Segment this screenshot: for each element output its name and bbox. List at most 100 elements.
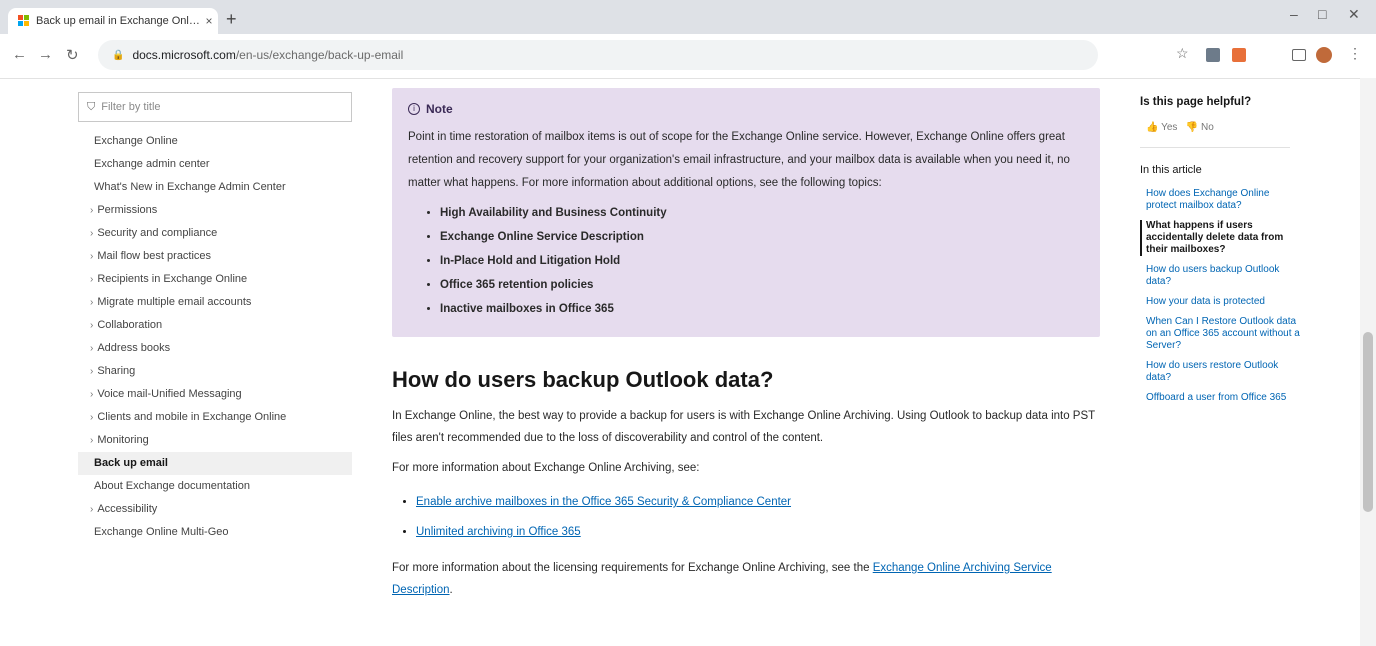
note-link-item[interactable]: In-Place Hold and Litigation Hold bbox=[440, 249, 1082, 273]
toc-item[interactable]: Exchange Online bbox=[78, 130, 352, 153]
toc-item-label: Exchange admin center bbox=[94, 158, 210, 170]
section-paragraph-1: In Exchange Online, the best way to prov… bbox=[392, 410, 1095, 444]
thumbs-down-icon[interactable]: 👎 bbox=[1186, 122, 1198, 133]
toc-item-label: Exchange Online Multi-Geo bbox=[94, 526, 229, 538]
browser-toolbar: ← → ↻ 🔒 docs.microsoft.com/en-us/exchang… bbox=[0, 34, 1376, 79]
browser-tab[interactable]: Back up email in Exchange Onli… × bbox=[8, 8, 218, 34]
article-outline-link[interactable]: How does Exchange Online protect mailbox… bbox=[1146, 188, 1300, 212]
toc-item[interactable]: › Sharing bbox=[78, 360, 352, 383]
chevron-right-icon: › bbox=[90, 205, 94, 216]
thumbs-up-icon[interactable]: 👍 bbox=[1146, 122, 1158, 133]
article-content: i Note Point in time restoration of mail… bbox=[392, 88, 1100, 609]
toc-item[interactable]: › Accessibility bbox=[78, 498, 352, 521]
toc-item[interactable]: › Security and compliance bbox=[78, 222, 352, 245]
cast-icon[interactable] bbox=[1292, 49, 1306, 61]
article-outline-link[interactable]: When Can I Restore Outlook data on an Of… bbox=[1146, 316, 1300, 352]
url-host: docs.microsoft.com bbox=[132, 48, 236, 62]
toc-item-label: Address books bbox=[97, 342, 171, 354]
menu-dots-icon[interactable]: ⋮ bbox=[1348, 45, 1362, 61]
toc-item[interactable]: › Collaboration bbox=[78, 314, 352, 337]
scrollbar-thumb[interactable] bbox=[1363, 332, 1373, 512]
chevron-right-icon: › bbox=[90, 274, 94, 285]
toc-item-label: Voice mail-Unified Messaging bbox=[97, 388, 242, 400]
chevron-right-icon: › bbox=[90, 435, 94, 446]
toc-item-label: Migrate multiple email accounts bbox=[97, 296, 252, 308]
article-outline-link[interactable]: How your data is protected bbox=[1146, 296, 1300, 308]
yes-button[interactable]: Yes bbox=[1161, 122, 1177, 133]
toc-item[interactable]: › Recipients in Exchange Online bbox=[78, 268, 352, 291]
feedback-buttons: 👍 Yes 👎 No bbox=[1146, 122, 1300, 133]
chevron-right-icon: › bbox=[90, 389, 94, 400]
info-icon: i bbox=[408, 103, 420, 115]
forward-button[interactable]: → bbox=[38, 46, 53, 63]
toc-item[interactable]: › Address books bbox=[78, 337, 352, 360]
article-outline-link[interactable]: How do users restore Outlook data? bbox=[1146, 360, 1300, 384]
lock-icon: 🔒 bbox=[112, 49, 125, 61]
list-item: Enable archive mailboxes in the Office 3… bbox=[416, 487, 1100, 517]
section-heading: How do users backup Outlook data? bbox=[392, 367, 774, 392]
toc-item[interactable]: About Exchange documentation bbox=[78, 475, 352, 498]
url-path: /en-us/exchange/back-up-email bbox=[235, 48, 404, 62]
table-of-contents: ⛉ Filter by title Exchange Online Exchang… bbox=[78, 92, 352, 544]
microsoft-logo-icon bbox=[18, 15, 30, 27]
archiving-doc-link[interactable]: Unlimited archiving in Office 365 bbox=[416, 526, 581, 538]
toc-item-label: Sharing bbox=[97, 365, 136, 377]
toc-item-label: Collaboration bbox=[97, 319, 163, 331]
close-window-button[interactable]: ✕ bbox=[1348, 6, 1360, 23]
back-button[interactable]: ← bbox=[12, 46, 27, 63]
address-bar[interactable]: 🔒 docs.microsoft.com/en-us/exchange/back… bbox=[98, 40, 1098, 70]
note-link-item[interactable]: Inactive mailboxes in Office 365 bbox=[440, 297, 1082, 321]
toc-item[interactable]: › Monitoring bbox=[78, 429, 352, 452]
note-link-item[interactable]: Office 365 retention policies bbox=[440, 273, 1082, 297]
note-heading: i Note bbox=[408, 102, 1082, 116]
helpful-heading: Is this page helpful? bbox=[1140, 96, 1252, 108]
note-list: High Availability and Business Continuit… bbox=[408, 201, 1082, 321]
office-extension-icon[interactable] bbox=[1232, 48, 1246, 62]
chevron-right-icon: › bbox=[90, 297, 94, 308]
note-heading-text: Note bbox=[426, 102, 453, 116]
toc-item[interactable]: › Voice mail-Unified Messaging bbox=[78, 383, 352, 406]
toc-item-label: What's New in Exchange Admin Center bbox=[94, 181, 286, 193]
new-tab-button[interactable]: + bbox=[226, 9, 237, 30]
toc-item[interactable]: › Permissions bbox=[78, 199, 352, 222]
toc-item[interactable]: › Clients and mobile in Exchange Online bbox=[78, 406, 352, 429]
article-outline-link[interactable]: What happens if users accidentally delet… bbox=[1140, 220, 1300, 256]
divider bbox=[1140, 147, 1290, 148]
toc-item[interactable]: Back up email bbox=[78, 452, 352, 475]
toc-item[interactable]: › Mail flow best practices bbox=[78, 245, 352, 268]
article-outline-link[interactable]: Offboard a user from Office 365 bbox=[1146, 392, 1300, 404]
toc-item-label: Clients and mobile in Exchange Online bbox=[97, 411, 287, 423]
toc-item-label: Security and compliance bbox=[97, 227, 218, 239]
archiving-doc-link[interactable]: Enable archive mailboxes in the Office 3… bbox=[416, 496, 791, 508]
right-rail: Is this page helpful? 👍 Yes 👎 No In this… bbox=[1140, 96, 1300, 412]
chevron-right-icon: › bbox=[90, 228, 94, 239]
toc-item[interactable]: Exchange admin center bbox=[78, 153, 352, 176]
maximize-button[interactable]: □ bbox=[1318, 6, 1326, 22]
reload-button[interactable]: ↻ bbox=[66, 46, 79, 64]
chevron-right-icon: › bbox=[90, 504, 94, 515]
in-this-article-heading: In this article bbox=[1140, 164, 1202, 176]
toc-item[interactable]: › Migrate multiple email accounts bbox=[78, 291, 352, 314]
note-link-item[interactable]: High Availability and Business Continuit… bbox=[440, 201, 1082, 225]
avatar[interactable] bbox=[1316, 47, 1332, 63]
extension-icon[interactable] bbox=[1206, 48, 1220, 62]
toc-item-label: About Exchange documentation bbox=[94, 480, 250, 492]
minimize-button[interactable]: – bbox=[1290, 6, 1298, 22]
toc-item-label: Accessibility bbox=[97, 503, 158, 515]
toc-item-label: Exchange Online bbox=[94, 135, 178, 147]
tab-close-icon[interactable]: × bbox=[200, 14, 218, 28]
toc-item[interactable]: Exchange Online Multi-Geo bbox=[78, 521, 352, 544]
note-link-item[interactable]: Exchange Online Service Description bbox=[440, 225, 1082, 249]
section-paragraph-3: For more information about the licensing… bbox=[392, 557, 1100, 601]
note-callout: i Note Point in time restoration of mail… bbox=[392, 88, 1100, 337]
toc-item[interactable]: What's New in Exchange Admin Center bbox=[78, 176, 352, 199]
no-button[interactable]: No bbox=[1201, 122, 1214, 133]
toc-item-label: Mail flow best practices bbox=[97, 250, 212, 262]
filter-placeholder: Filter by title bbox=[101, 101, 161, 113]
star-icon[interactable]: ☆ bbox=[1176, 45, 1190, 61]
article-outline-link[interactable]: How do users backup Outlook data? bbox=[1146, 264, 1300, 288]
list-item: Unlimited archiving in Office 365 bbox=[416, 517, 1100, 547]
chevron-right-icon: › bbox=[90, 343, 94, 354]
chevron-right-icon: › bbox=[90, 251, 94, 262]
filter-by-title-input[interactable]: ⛉ Filter by title bbox=[78, 92, 352, 122]
